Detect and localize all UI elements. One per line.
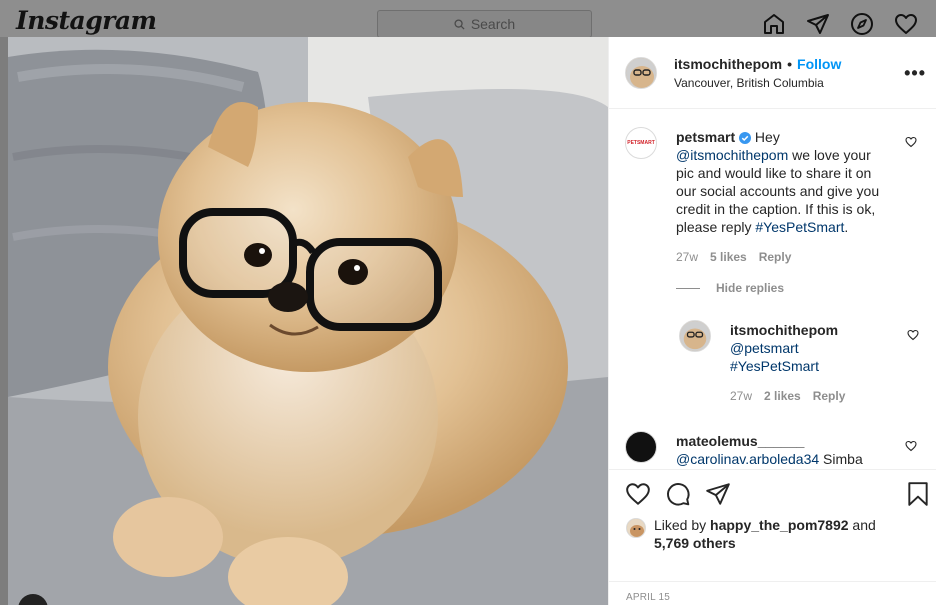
comment-time[interactable]: 27w bbox=[676, 248, 698, 266]
activity-icon[interactable] bbox=[884, 11, 928, 37]
like-icon[interactable] bbox=[625, 481, 651, 507]
post-header: itsmochithepom • Follow Vancouver, Briti… bbox=[609, 37, 936, 109]
comment-username[interactable]: petsmart bbox=[676, 129, 735, 145]
verified-badge-icon bbox=[739, 132, 752, 144]
instagram-logo[interactable]: Instagram bbox=[16, 6, 157, 35]
petsmart-avatar[interactable]: PETSMART bbox=[625, 127, 657, 159]
divider bbox=[609, 581, 936, 582]
comment-username[interactable]: mateolemus______ bbox=[676, 432, 892, 450]
likes-summary: Liked by happy_the_pom7892 and 5,769 oth… bbox=[626, 516, 894, 552]
home-icon[interactable] bbox=[752, 11, 796, 37]
comments-list: PETSMART petsmart Hey @itsmochithepom we… bbox=[609, 109, 936, 469]
more-options-icon[interactable]: ••• bbox=[904, 63, 926, 84]
divider-line bbox=[676, 287, 700, 289]
top-navigation-bar: Instagram Search bbox=[0, 0, 936, 38]
post-photo[interactable] bbox=[8, 37, 608, 605]
comment-icon[interactable] bbox=[665, 481, 691, 507]
post-date[interactable]: APRIL 15 bbox=[626, 592, 670, 603]
comment-mention[interactable]: @itsmochithepom bbox=[676, 147, 788, 163]
comment-like-icon[interactable] bbox=[905, 136, 917, 148]
post-detail-panel: itsmochithepom • Follow Vancouver, Briti… bbox=[608, 37, 936, 605]
likes-count[interactable]: 5,769 others bbox=[654, 535, 736, 551]
pomeranian-with-glasses-image bbox=[8, 37, 608, 605]
reply-mention[interactable]: @petsmart bbox=[730, 339, 880, 357]
explore-icon[interactable] bbox=[840, 11, 884, 37]
comment-mention[interactable]: @carolinav.arboleda34 bbox=[676, 451, 819, 467]
reply-reply-button[interactable]: Reply bbox=[813, 387, 846, 405]
reply-username[interactable]: itsmochithepom bbox=[730, 321, 880, 339]
post-actions: Liked by happy_the_pom7892 and 5,769 oth… bbox=[609, 469, 936, 605]
mateolemus-avatar[interactable] bbox=[625, 431, 657, 463]
comment-text: Hey bbox=[754, 129, 780, 145]
comment-text-end: . bbox=[844, 219, 849, 235]
hide-replies-label: Hide replies bbox=[716, 281, 785, 295]
hide-replies-toggle[interactable]: Hide replies bbox=[676, 281, 784, 295]
liked-by-and: and bbox=[848, 517, 876, 533]
reply-author-avatar[interactable] bbox=[679, 320, 711, 352]
post-location[interactable]: Vancouver, British Columbia bbox=[674, 76, 824, 90]
comment-likes[interactable]: 5 likes bbox=[710, 248, 747, 266]
reply-like-icon[interactable] bbox=[907, 329, 919, 341]
author-avatar[interactable] bbox=[625, 57, 657, 89]
comment-like-icon[interactable] bbox=[905, 440, 917, 452]
save-bookmark-icon[interactable] bbox=[905, 481, 931, 507]
comment-hashtag[interactable]: #YesPetSmart bbox=[755, 219, 844, 235]
reply-button[interactable]: Reply bbox=[759, 248, 792, 266]
liker-avatar[interactable] bbox=[626, 518, 646, 538]
follow-button[interactable]: Follow bbox=[797, 56, 841, 72]
search-placeholder: Search bbox=[470, 16, 516, 32]
reply-likes[interactable]: 2 likes bbox=[764, 387, 801, 405]
search-icon bbox=[454, 18, 465, 30]
direct-icon[interactable] bbox=[796, 11, 840, 37]
separator-dot: • bbox=[787, 56, 793, 72]
liker-username[interactable]: happy_the_pom7892 bbox=[710, 517, 849, 533]
share-icon[interactable] bbox=[705, 481, 731, 507]
author-username[interactable]: itsmochithepom bbox=[674, 56, 782, 72]
search-input[interactable]: Search bbox=[377, 10, 592, 38]
liked-by-prefix: Liked by bbox=[654, 517, 711, 533]
comment-text: Simba bbox=[819, 451, 863, 467]
reply-hashtag[interactable]: #YesPetSmart bbox=[730, 357, 880, 375]
reply-time[interactable]: 27w bbox=[730, 387, 752, 405]
